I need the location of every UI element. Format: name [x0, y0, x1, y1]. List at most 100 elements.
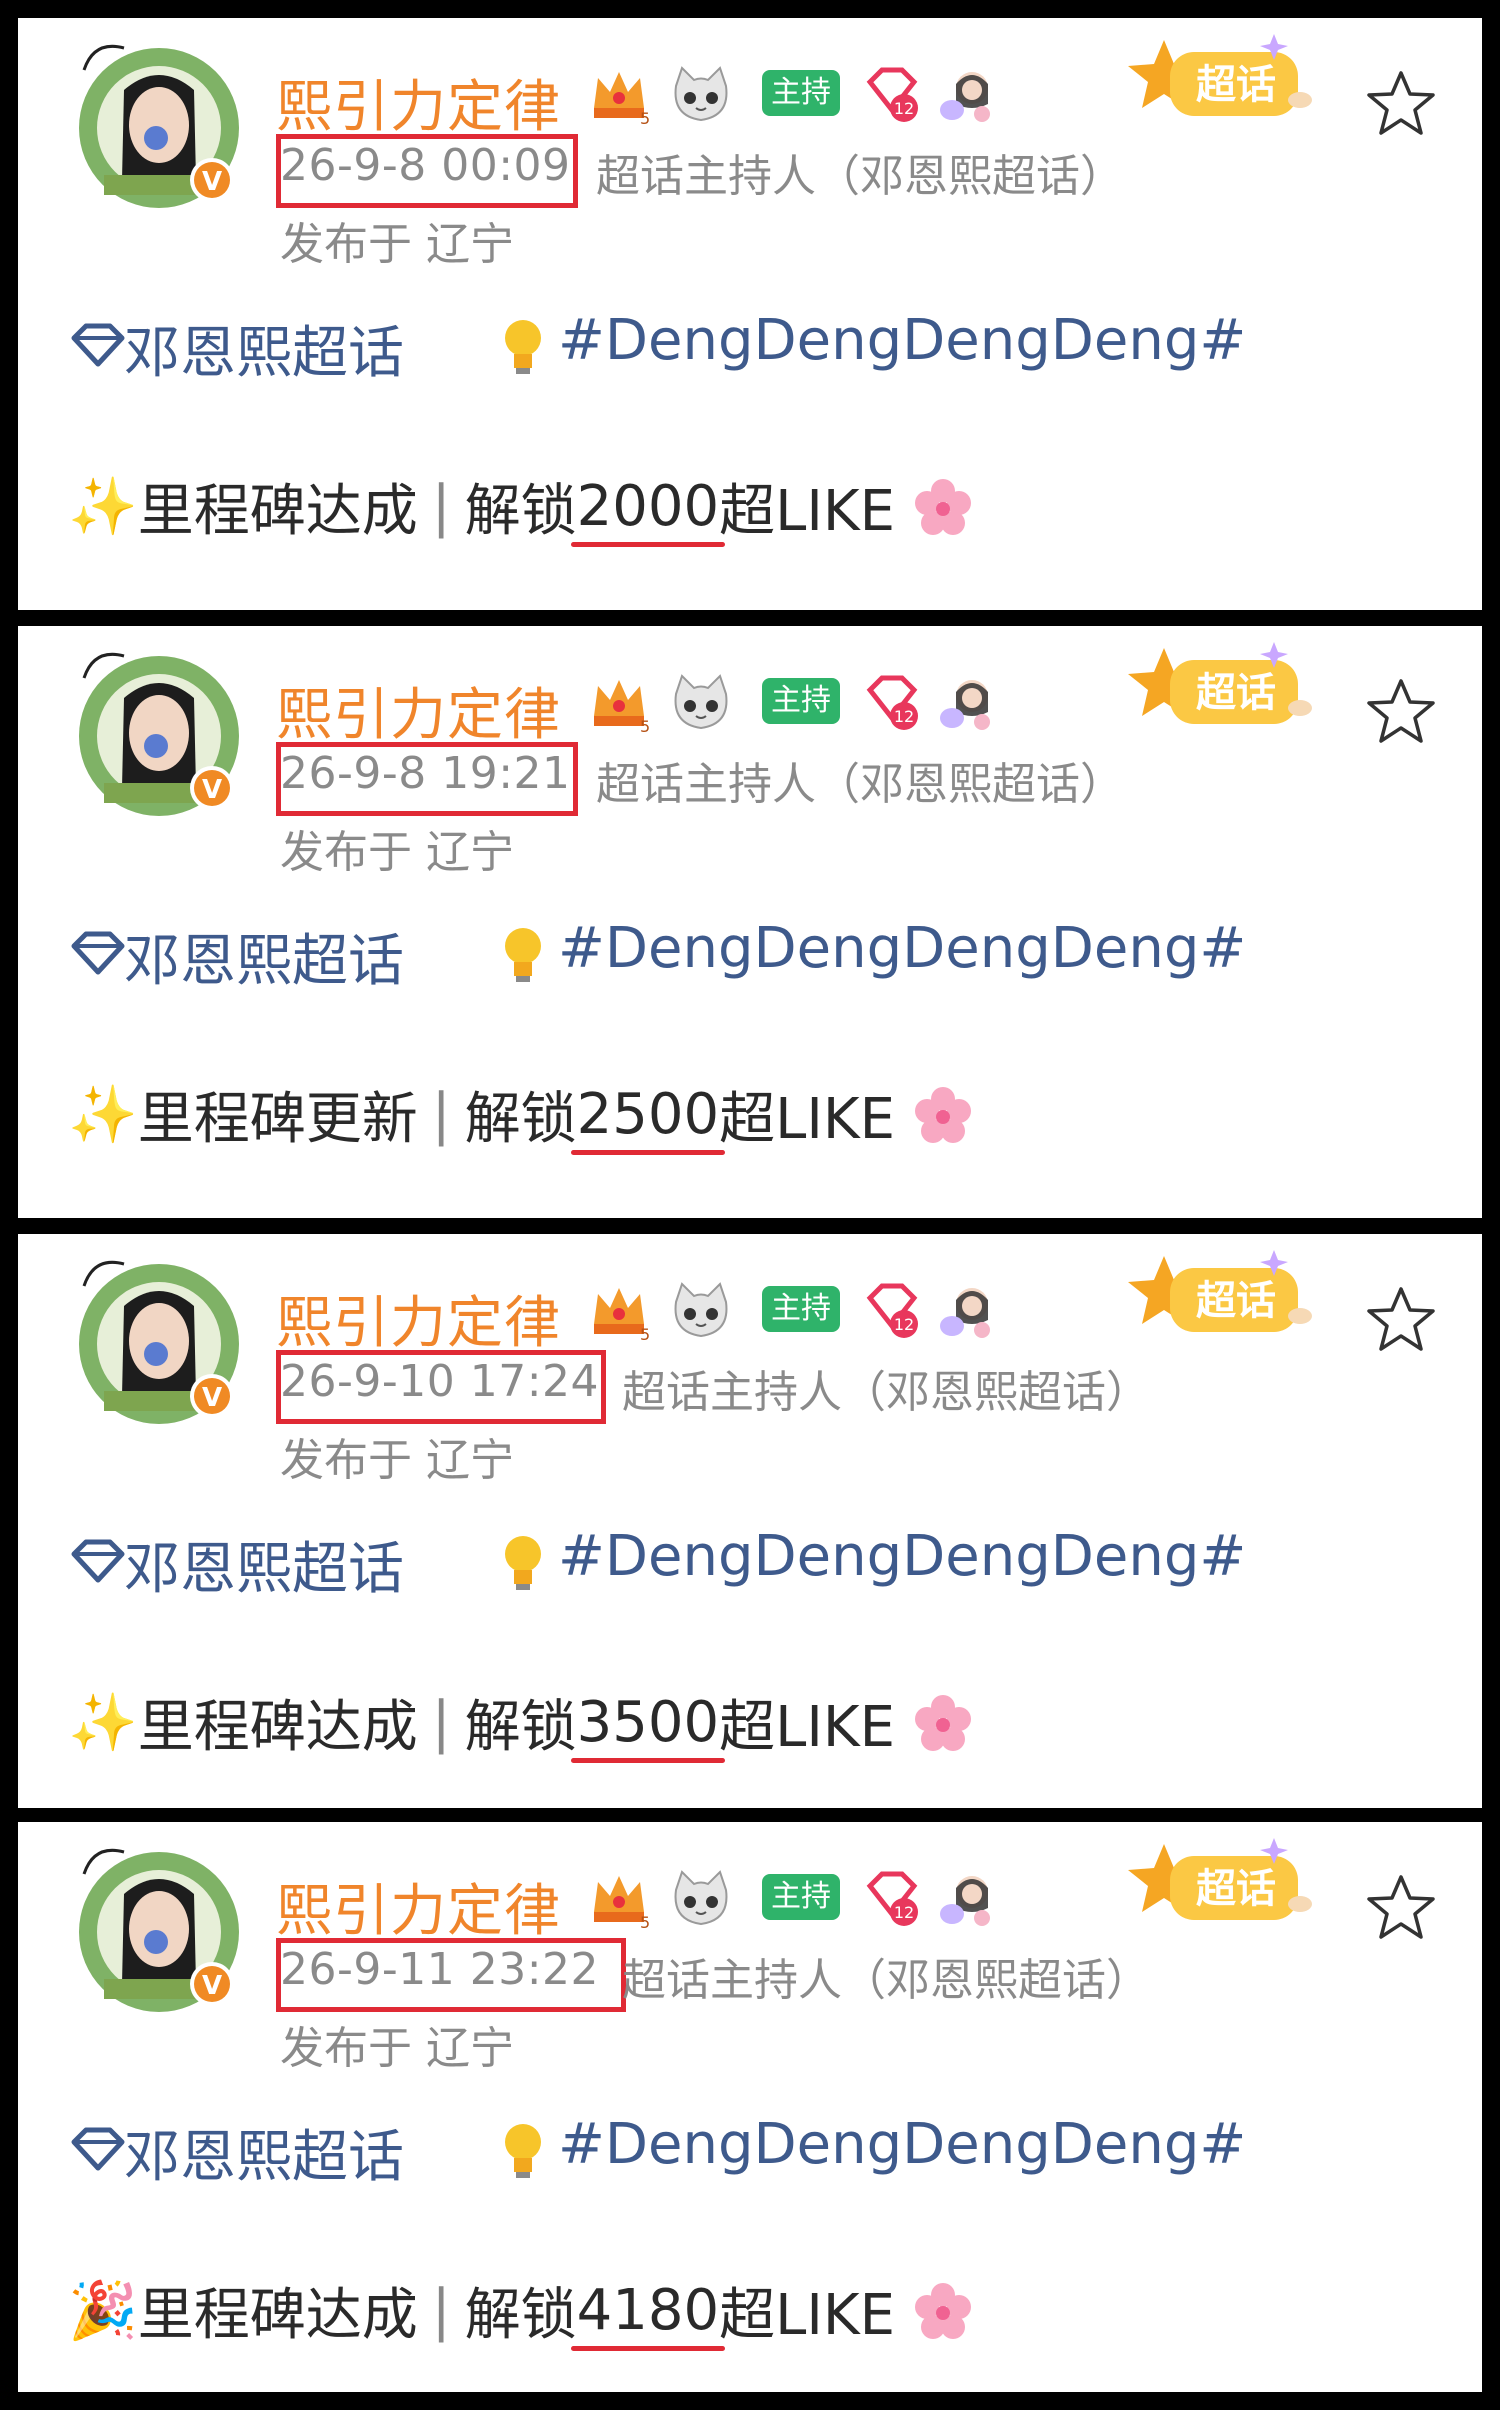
svg-text:V: V — [202, 167, 222, 197]
avatar[interactable]: V — [64, 30, 254, 220]
unlock-label: 解锁 — [464, 1087, 577, 1152]
diamond-icon — [71, 2127, 125, 2171]
author-role: 超话主持人（邓恩熙超话） — [596, 759, 1124, 810]
milestone-line: ✨里程碑达成 | 解锁2000超LIKE — [68, 466, 973, 547]
post-location: 发布于 辽宁 — [280, 219, 514, 270]
crown-level-icon[interactable]: 5 — [588, 1868, 650, 1930]
svg-text:12: 12 — [894, 1315, 914, 1334]
cat-face-icon[interactable] — [666, 1868, 736, 1930]
post-timestamp: 26-9-10 17:24 — [280, 1356, 600, 1407]
milestone-emoji: 🎉 — [68, 2278, 138, 2344]
lightbulb-icon — [505, 320, 541, 374]
crown-level-icon[interactable]: 5 — [588, 64, 650, 126]
supertopic-star-tag-icon[interactable]: 超话 — [1124, 30, 1314, 140]
host-badge[interactable]: 主持 — [762, 1286, 840, 1332]
diamond-level-icon[interactable]: 12 — [860, 64, 924, 126]
lightbulb-icon — [505, 2124, 541, 2178]
post-timestamp: 26-9-8 00:09 — [280, 140, 571, 191]
author-role: 超话主持人（邓恩熙超话） — [622, 1367, 1150, 1418]
supertopic-link[interactable]: 邓恩熙超话 — [124, 2112, 404, 2193]
author-role: 超话主持人（邓恩熙超话） — [596, 151, 1124, 202]
lightbulb-icon — [505, 1536, 541, 1590]
cat-face-icon[interactable] — [666, 672, 736, 734]
cherry-blossom-icon — [914, 2282, 971, 2339]
crown-level-icon[interactable]: 5 — [588, 672, 650, 734]
divider: | — [431, 474, 451, 539]
avatar[interactable]: V — [64, 638, 254, 828]
hashtag-link[interactable]: #DengDengDengDeng# — [558, 308, 1246, 373]
milestone-unit: 超LIKE — [719, 1087, 895, 1152]
milestone-emoji: ✨ — [68, 1690, 138, 1756]
crown-level-icon[interactable]: 5 — [588, 1280, 650, 1342]
milestone-count: 2500 — [570, 1082, 725, 1155]
girl-sticker-icon[interactable] — [938, 1280, 1000, 1342]
username[interactable]: 熙引力定律 — [276, 62, 561, 143]
girl-sticker-icon[interactable] — [938, 1868, 1000, 1930]
diamond-level-icon[interactable]: 12 — [860, 1868, 924, 1930]
supertopic-link[interactable]: 邓恩熙超话 — [124, 308, 404, 389]
post-card-2: V 熙引力定律 5 主持 12 26-9-8 19:21 超话主持人（邓恩熙超话… — [18, 626, 1482, 1218]
cat-face-icon[interactable] — [666, 64, 736, 126]
supertopic-star-tag-icon[interactable]: 超话 — [1124, 1246, 1314, 1356]
milestone-title: 里程碑达成 — [137, 1695, 418, 1760]
svg-text:V: V — [202, 1971, 222, 2001]
hashtag-link[interactable]: #DengDengDengDeng# — [558, 916, 1246, 981]
post-timestamp: 26-9-11 23:22 — [280, 1944, 600, 1995]
supertopic-star-tag-icon[interactable]: 超话 — [1124, 638, 1314, 748]
milestone-line: ✨里程碑更新 | 解锁2500超LIKE — [68, 1074, 973, 1155]
host-badge[interactable]: 主持 — [762, 70, 840, 116]
cherry-blossom-icon — [914, 478, 971, 535]
star-outline-icon[interactable] — [1366, 68, 1436, 138]
star-outline-icon[interactable] — [1366, 676, 1436, 746]
milestone-count: 3500 — [570, 1690, 725, 1763]
svg-text:12: 12 — [894, 707, 914, 726]
cat-face-icon[interactable] — [666, 1280, 736, 1342]
svg-text:5: 5 — [640, 717, 650, 734]
avatar[interactable]: V — [64, 1246, 254, 1436]
post-location: 发布于 辽宁 — [280, 1435, 514, 1486]
girl-sticker-icon[interactable] — [938, 64, 1000, 126]
supertopic-star-tag-icon[interactable]: 超话 — [1124, 1834, 1314, 1944]
host-badge[interactable]: 主持 — [762, 1874, 840, 1920]
supertopic-tag-label: 超话 — [1196, 62, 1276, 108]
svg-text:V: V — [202, 775, 222, 805]
post-location: 发布于 辽宁 — [280, 827, 514, 878]
star-outline-icon[interactable] — [1366, 1284, 1436, 1354]
milestone-line: ✨里程碑达成 | 解锁3500超LIKE — [68, 1682, 973, 1763]
supertopic-tag-label: 超话 — [1196, 1278, 1276, 1324]
milestone-line: 🎉里程碑达成 | 解锁4180超LIKE — [68, 2270, 973, 2351]
milestone-unit: 超LIKE — [719, 479, 895, 544]
unlock-label: 解锁 — [464, 2283, 577, 2348]
supertopic-tag-label: 超话 — [1196, 1866, 1276, 1912]
post-card-4: V 熙引力定律 5 主持 12 26-9-11 23:22 超话主持人（邓恩熙超… — [18, 1822, 1482, 2392]
username[interactable]: 熙引力定律 — [276, 1278, 561, 1359]
post-card-3: V 熙引力定律 5 主持 12 26-9-10 17:24 超话主持人（邓恩熙超… — [18, 1234, 1482, 1808]
supertopic-tag-label: 超话 — [1196, 670, 1276, 716]
supertopic-link[interactable]: 邓恩熙超话 — [124, 1524, 404, 1605]
milestone-title: 里程碑达成 — [137, 479, 418, 544]
svg-text:V: V — [202, 1383, 222, 1413]
milestone-emoji: ✨ — [68, 474, 138, 540]
username[interactable]: 熙引力定律 — [276, 670, 561, 751]
diamond-level-icon[interactable]: 12 — [860, 672, 924, 734]
post-card-1: V 熙引力定律 5 主持 12 26-9-8 00:09 超话主持人（邓恩熙超话… — [18, 18, 1482, 610]
milestone-title: 里程碑达成 — [137, 2283, 418, 2348]
hashtag-link[interactable]: #DengDengDengDeng# — [558, 1524, 1246, 1589]
milestone-count: 2000 — [570, 474, 725, 547]
diamond-icon — [71, 931, 125, 975]
unlock-label: 解锁 — [464, 1695, 577, 1760]
host-badge[interactable]: 主持 — [762, 678, 840, 724]
cherry-blossom-icon — [914, 1694, 971, 1751]
diamond-level-icon[interactable]: 12 — [860, 1280, 924, 1342]
lightbulb-icon — [505, 928, 541, 982]
supertopic-link[interactable]: 邓恩熙超话 — [124, 916, 404, 997]
diamond-icon — [71, 323, 125, 367]
post-location: 发布于 辽宁 — [280, 2023, 514, 2074]
avatar[interactable]: V — [64, 1834, 254, 2024]
divider: | — [431, 2278, 451, 2343]
hashtag-link[interactable]: #DengDengDengDeng# — [558, 2112, 1246, 2177]
girl-sticker-icon[interactable] — [938, 672, 1000, 734]
author-role: 超话主持人（邓恩熙超话） — [622, 1955, 1150, 2006]
star-outline-icon[interactable] — [1366, 1872, 1436, 1942]
username[interactable]: 熙引力定律 — [276, 1866, 561, 1947]
